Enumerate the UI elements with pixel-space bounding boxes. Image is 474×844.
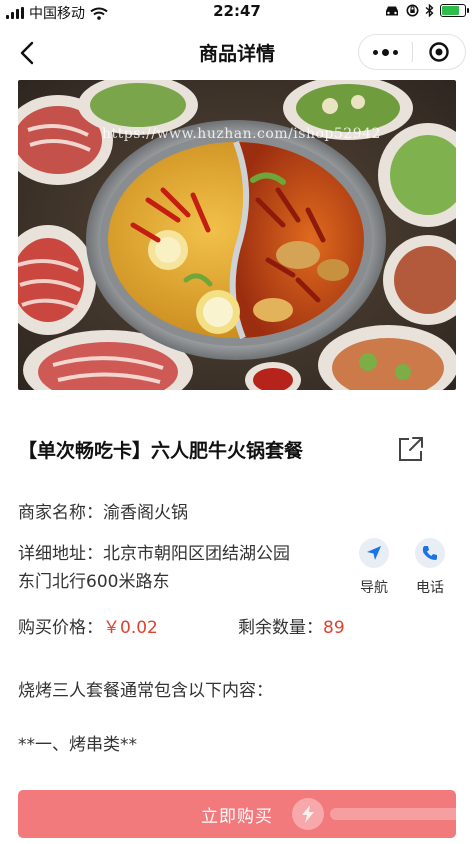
stock-row: 剩余数量：89	[238, 613, 345, 638]
product-title: 【单次畅吃卡】六人肥牛火锅套餐	[18, 440, 304, 462]
call-button[interactable]: 电话	[410, 538, 450, 597]
address-line-1: 北京市朝阳区团结湖公园	[103, 544, 290, 564]
car-icon	[386, 6, 398, 15]
navigate-button[interactable]: 导航	[354, 538, 394, 597]
buy-now-label: 立即购买	[201, 806, 273, 827]
status-bar: 中国移动 22:47	[0, 0, 474, 24]
price-label: 购买价格：	[18, 618, 103, 638]
stock-value: 89	[323, 618, 345, 638]
address-row: 详细地址：北京市朝阳区团结湖公园 东门北行600米路东	[18, 540, 290, 596]
blurred-overlay	[330, 808, 456, 820]
phone-icon	[422, 546, 437, 560]
battery-icon	[440, 4, 469, 17]
share-button[interactable]	[396, 434, 426, 464]
shop-name-value: 渝香阁火锅	[103, 503, 188, 523]
target-close-icon	[429, 42, 449, 62]
bottom-bar: 立即购买	[0, 780, 474, 844]
miniprogram-capsule	[358, 34, 466, 70]
nav-bar: 商品详情	[0, 26, 474, 78]
close-miniprogram-button[interactable]	[413, 35, 466, 69]
shop-name-label: 商家名称：	[18, 503, 103, 523]
call-label: 电话	[416, 580, 444, 596]
location-arrow-icon	[367, 546, 381, 560]
back-button[interactable]	[10, 36, 44, 70]
more-button[interactable]	[359, 35, 412, 69]
orientation-lock-icon	[406, 4, 419, 17]
buy-now-button[interactable]: 立即购买	[18, 790, 456, 838]
more-dots-icon	[372, 48, 398, 56]
product-image: https://www.huzhan.com/ishop52942	[18, 80, 456, 390]
navigate-label: 导航	[360, 580, 388, 596]
image-watermark: https://www.huzhan.com/ishop52942	[102, 126, 381, 142]
share-external-icon	[399, 437, 423, 461]
description-line-2: **一、烤串类**	[18, 735, 137, 755]
shop-name-row: 商家名称：渝香阁火锅	[18, 498, 188, 523]
price-row: 购买价格：￥0.02	[18, 613, 158, 638]
status-right	[384, 4, 469, 17]
bluetooth-icon	[425, 4, 434, 17]
price-value: ￥0.02	[103, 618, 158, 638]
stock-label: 剩余数量：	[238, 618, 323, 638]
address-line-2: 东门北行600米路东	[18, 572, 170, 592]
navigate-icon-circle	[359, 538, 389, 568]
chevron-left-icon	[20, 41, 34, 65]
call-icon-circle	[415, 538, 445, 568]
lightning-logo-icon	[292, 798, 324, 830]
address-label: 详细地址：	[18, 544, 103, 564]
description-line-1: 烧烤三人套餐通常包含以下内容：	[18, 681, 273, 701]
